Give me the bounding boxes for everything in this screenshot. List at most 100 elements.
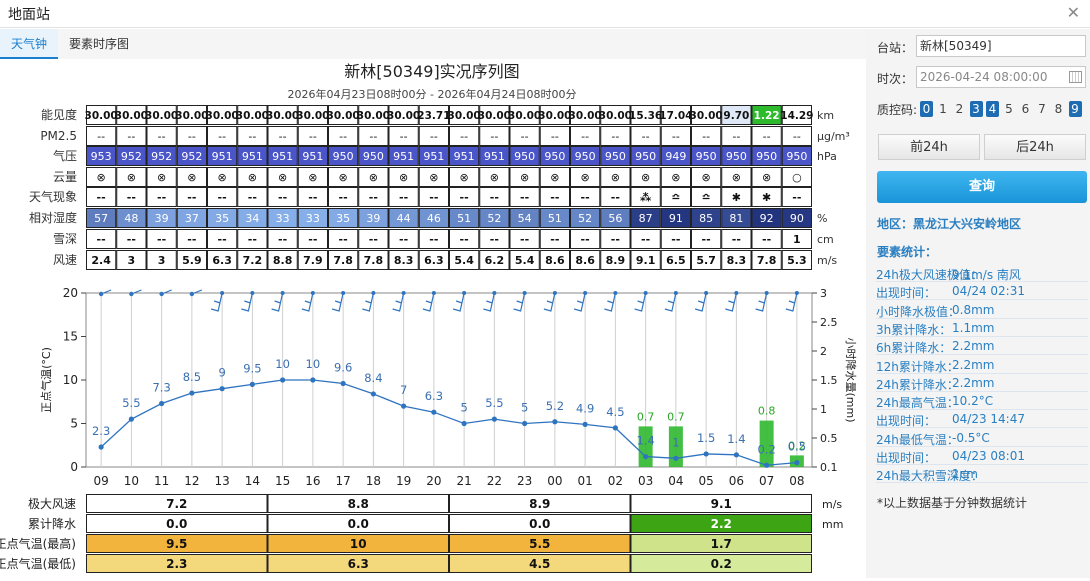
cell-value: -- [520, 191, 529, 204]
wind-barb-icon [431, 291, 436, 295]
row-label: 云量 [53, 170, 77, 184]
temperature-label: 2.3 [92, 424, 110, 438]
calendar-icon[interactable] [1069, 71, 1082, 83]
station-input[interactable]: 新林[50349] [916, 35, 1086, 57]
temperature-label: 9.5 [243, 361, 261, 375]
temperature-label: 9 [218, 366, 225, 380]
close-icon[interactable]: ✕ [1067, 3, 1080, 22]
stats-key: 12h累计降水： [876, 359, 959, 374]
prev-24h-button[interactable]: 前24h [878, 134, 980, 160]
qc-code-1[interactable]: 1 [937, 101, 950, 117]
cell-value: -- [550, 233, 559, 246]
x-axis-tick-label: 10 [124, 474, 139, 488]
chart-subtitle: 2026年04月23日08时00分 - 2026年04月24日08时00分 [288, 87, 577, 101]
qc-code-6[interactable]: 6 [1019, 101, 1032, 117]
temperature-label: 1.5 [697, 431, 715, 445]
cell-value: 950 [696, 150, 717, 163]
cell-value: 951 [212, 150, 233, 163]
cell-value: -- [671, 233, 680, 246]
qc-code-4[interactable]: 4 [986, 101, 999, 117]
temperature-point [128, 416, 134, 422]
cell-value: -- [763, 130, 771, 143]
qc-code-8[interactable]: 8 [1052, 101, 1065, 117]
temperature-label: 10 [275, 357, 290, 371]
cell-value: 951 [454, 150, 475, 163]
cell-value: -- [641, 233, 650, 246]
cell-value: -- [672, 130, 680, 143]
tab-weather-clock[interactable]: 天气钟 [0, 29, 58, 59]
right-axis-tick-label: 0.5 [820, 432, 838, 445]
query-button[interactable]: 查询 [877, 171, 1087, 203]
summary-value: 0.0 [348, 517, 369, 531]
cell-value: 30.00 [599, 110, 632, 122]
x-axis-tick-label: 08 [789, 474, 804, 488]
qc-code-3[interactable]: 3 [969, 101, 983, 117]
cell-value: 7.8 [757, 254, 777, 267]
qc-code-2[interactable]: 2 [953, 101, 966, 117]
temperature-label: 9.6 [334, 360, 352, 374]
stats-key: 小时降水极值： [876, 304, 961, 319]
station-label: 台站： [877, 41, 914, 55]
x-axis-tick-label: 15 [275, 474, 290, 488]
summary-value: 0.0 [529, 517, 550, 531]
cell-value: 92 [760, 212, 774, 225]
cell-value: -- [127, 191, 136, 204]
x-axis-tick-label: 21 [456, 474, 471, 488]
summary-value: 10 [350, 537, 367, 551]
row-label: 气压 [53, 148, 77, 163]
cell-value: 6.5 [666, 254, 686, 267]
time-value: 2026-04-24 08:00:00 [920, 70, 1048, 84]
x-axis-tick-label: 17 [335, 474, 350, 488]
qc-code-0[interactable]: 0 [920, 101, 933, 117]
cell-value: 39 [155, 212, 169, 225]
tab-time-series[interactable]: 要素时序图 [69, 29, 129, 59]
qc-code-5[interactable]: 5 [1003, 101, 1016, 117]
stats-key: 24h累计降水： [876, 377, 959, 392]
cell-value: -- [581, 233, 590, 246]
summary-value: 5.5 [529, 537, 550, 551]
qc-code-7[interactable]: 7 [1036, 101, 1049, 117]
cell-value: -- [97, 130, 105, 143]
summary-value: 0.0 [166, 517, 187, 531]
cell-value: 37 [185, 212, 199, 225]
x-axis-tick-label: 13 [214, 474, 229, 488]
cell-value: 950 [756, 150, 777, 163]
time-input[interactable]: 2026-04-24 08:00:00 [916, 66, 1086, 88]
chart-panel: 新林[50349]实况序列图 2026年04月23日08时00分 - 2026年0… [0, 60, 866, 578]
cell-value: 5.3 [787, 254, 807, 267]
cell-value: 9.70 [723, 110, 749, 122]
cell-value: 51 [457, 212, 471, 225]
cell-value: 8.8 [273, 254, 293, 267]
cell-value: 30.00 [357, 110, 390, 122]
cell-value: 3 [128, 254, 136, 267]
cell-value: 951 [242, 150, 263, 163]
x-axis-tick-label: 23 [517, 474, 532, 488]
cell-value: 85 [699, 212, 713, 225]
stats-row: 出现时间： 04/23 14:47 [876, 410, 1088, 429]
cell-value: 950 [786, 150, 807, 163]
cell-value: 48 [124, 212, 138, 225]
qc-code-9[interactable]: 9 [1068, 101, 1082, 117]
cell-value: -- [460, 191, 469, 204]
wind-barb-icon [462, 291, 467, 295]
summary-value: 7.2 [166, 497, 187, 511]
wind-barb-icon [310, 291, 315, 295]
cell-value: 950 [333, 150, 354, 163]
stats-value: 1cm [952, 467, 978, 482]
cell-value: ⊗ [702, 171, 711, 184]
cell-value: -- [188, 130, 196, 143]
cell-value: 8.6 [545, 254, 565, 267]
cell-value: -- [611, 130, 619, 143]
temperature-label: 1.4 [727, 432, 745, 446]
cell-value: 30.00 [478, 110, 511, 122]
cell-value: -- [490, 233, 499, 246]
x-axis-tick-label: 03 [638, 474, 653, 488]
wind-barb-icon [250, 291, 255, 295]
cell-value: 51 [548, 212, 562, 225]
wind-barb-icon [552, 291, 557, 295]
stats-value: 2.2mm [952, 339, 995, 354]
stats-row: 24h最高气温： 10.2°C [876, 392, 1088, 411]
cell-value: 52 [578, 212, 592, 225]
next-24h-button[interactable]: 后24h [984, 134, 1086, 160]
cell-value: -- [369, 191, 378, 204]
